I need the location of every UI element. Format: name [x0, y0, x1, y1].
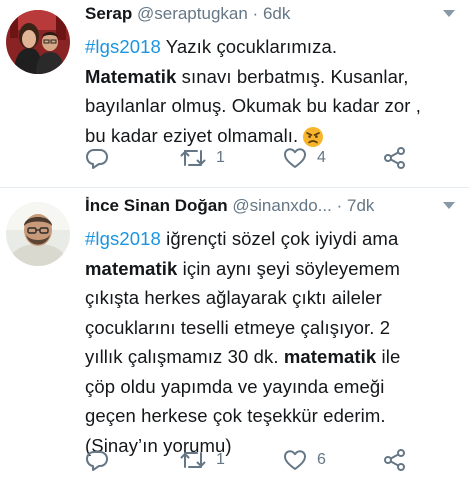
like-count: 6	[317, 451, 326, 468]
author-handle[interactable]: @sinanxdo...	[232, 196, 331, 215]
author-name[interactable]: İnce Sinan Doğan	[85, 196, 228, 215]
caret-down-icon[interactable]	[443, 202, 455, 209]
tweet-content: Serap @seraptugkan · 6dk #lgs2018 Yazık …	[85, 2, 457, 150]
retweet-count: 1	[216, 149, 225, 166]
text-segment: çıkışta herkes ağlayarak çıktı aileler	[85, 287, 382, 308]
text-segment: ile	[376, 346, 401, 367]
like-icon	[284, 450, 306, 470]
tweet-line: çocuklarını teselli etmeye çalışıyor. 2	[85, 313, 457, 343]
tweet-line: çıkışta herkes ağlayarak çıktı aileler	[85, 283, 457, 313]
retweet-icon	[180, 452, 206, 468]
text-segment: yıllık çalışmamız 30 dk.	[85, 346, 284, 367]
highlighted-keyword: matematik	[283, 346, 377, 367]
like-count: 4	[317, 149, 326, 166]
retweet-count: 1	[216, 451, 225, 468]
author-handle[interactable]: @seraptugkan	[137, 4, 248, 23]
tweet-actions: 1 4	[85, 146, 457, 170]
caret-down-icon[interactable]	[443, 10, 455, 17]
share-icon	[384, 147, 405, 169]
tweet-header: İnce Sinan Doğan @sinanxdo... · 7dk	[85, 194, 457, 218]
hashtag-link[interactable]: #lgs2018	[85, 36, 161, 57]
tweet-header: Serap @seraptugkan · 6dk	[85, 2, 457, 26]
author-name[interactable]: Serap	[85, 4, 132, 23]
timestamp[interactable]: 6dk	[263, 4, 290, 23]
text-segment: Yazık çocuklarımıza.	[160, 36, 338, 57]
retweet-button[interactable]: 1	[180, 448, 225, 472]
tweet[interactable]: Serap @seraptugkan · 6dk #lgs2018 Yazık …	[0, 0, 469, 187]
avatar[interactable]	[6, 202, 70, 266]
separator-dot: ·	[252, 4, 259, 23]
tweet-actions: 1 6	[85, 448, 457, 472]
highlighted-keyword: matematik	[85, 257, 178, 279]
text-segment: geçen herkese çok teşekkür ederim.	[85, 405, 386, 426]
text-segment: çocuklarını teselli etmeye çalışıyor. 2	[85, 316, 391, 338]
avatar[interactable]	[6, 10, 70, 74]
tweet-line: geçen herkese çok teşekkür ederim.	[85, 401, 457, 431]
highlighted-keyword: Matematik	[85, 65, 177, 87]
like-button[interactable]: 6	[283, 448, 326, 472]
like-button[interactable]: 4	[283, 146, 326, 170]
text-segment: sınavı berbatmış. Kusanlar,	[176, 65, 409, 87]
tweet[interactable]: İnce Sinan Doğan @sinanxdo... · 7dk #lgs…	[0, 187, 469, 480]
angry-face-emoji	[303, 126, 324, 147]
reply-icon	[86, 149, 108, 169]
retweet-button[interactable]: 1	[180, 146, 225, 170]
tweet-line: yıllık çalışmamız 30 dk. matematik ile	[85, 342, 457, 372]
tweet-line: çöp oldu yapımda ve yayında emeği	[85, 372, 457, 402]
tweet-line: #lgs2018 iğrençti sözel çok iyiydi ama	[85, 224, 457, 254]
share-icon	[384, 449, 405, 471]
share-button[interactable]	[383, 146, 407, 170]
reply-button[interactable]	[85, 146, 109, 170]
tweet-line: matematik için aynı şeyi söyleyemem	[85, 254, 457, 284]
tweet-content: İnce Sinan Doğan @sinanxdo... · 7dk #lgs…	[85, 194, 457, 460]
reply-icon	[86, 451, 108, 471]
tweet-text: #lgs2018 iğrençti sözel çok iyiydi ama ma…	[85, 224, 457, 460]
reply-button[interactable]	[85, 448, 109, 472]
tweet-line: bayılanlar olmuş. Okumak bu kadar zor ,	[85, 91, 457, 121]
tweet-line: #lgs2018 Yazık çocuklarımıza.	[85, 32, 457, 62]
tweet-text: #lgs2018 Yazık çocuklarımıza. Matematik s…	[85, 32, 457, 150]
tweet-line: Matematik sınavı berbatmış. Kusanlar,	[85, 62, 457, 92]
like-icon	[284, 148, 306, 168]
text-segment: bu kadar eziyet olmamalı.	[85, 124, 299, 146]
text-segment: bayılanlar olmuş. Okumak bu kadar zor ,	[85, 95, 422, 116]
separator-dot: ·	[336, 196, 343, 215]
timestamp[interactable]: 7dk	[347, 196, 374, 215]
text-segment: için aynı şeyi söyleyemem	[177, 257, 401, 279]
text-segment: iğrençti sözel çok iyiydi ama	[160, 228, 399, 249]
text-segment: çöp oldu yapımda ve yayında emeği	[85, 375, 385, 397]
share-button[interactable]	[383, 448, 407, 472]
retweet-icon	[180, 150, 206, 166]
hashtag-link[interactable]: #lgs2018	[85, 228, 161, 249]
